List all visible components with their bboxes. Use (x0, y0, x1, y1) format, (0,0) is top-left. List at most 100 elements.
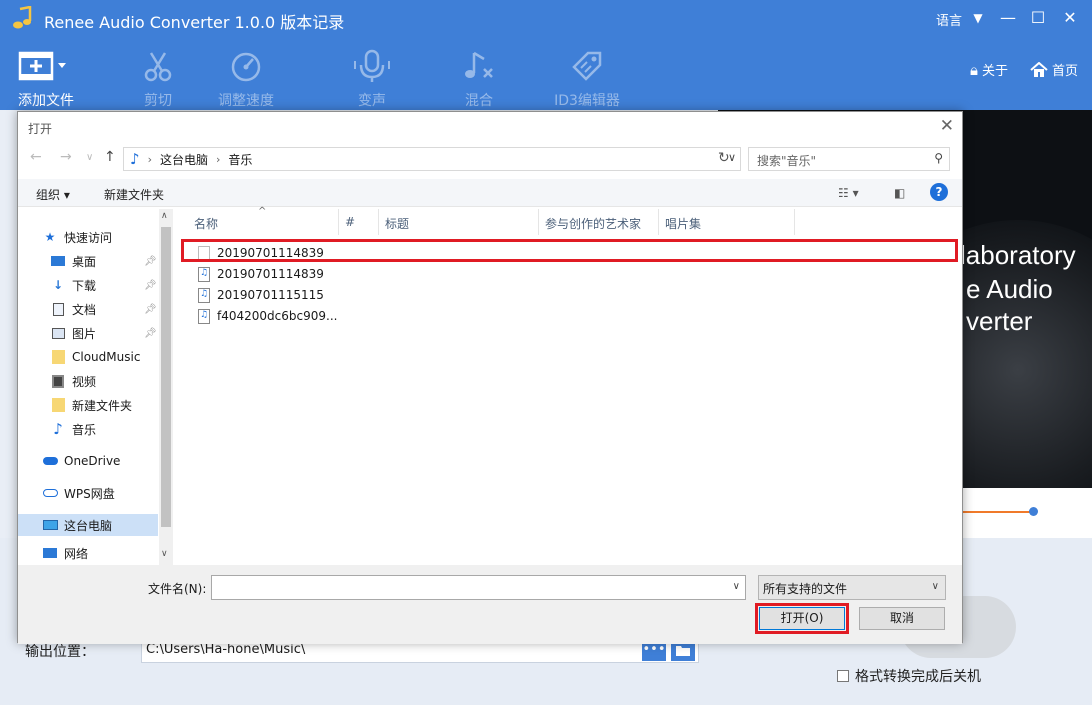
nav-this-pc[interactable]: 这台电脑 (18, 514, 158, 536)
lock-icon: 🔒︎ (970, 60, 978, 79)
slider-dot[interactable] (1029, 507, 1038, 516)
file-row[interactable]: 20190701114839 (198, 264, 324, 284)
breadcrumb-separator-icon: › (216, 152, 221, 166)
voice-change-label: 变声 (358, 93, 386, 109)
sort-ascending-icon: ^ (258, 206, 267, 217)
home-label: 首页 (1052, 64, 1079, 79)
dialog-close-icon[interactable]: ✕ (940, 116, 954, 136)
column-header-number[interactable]: # (339, 209, 379, 235)
file-type-select[interactable]: 所有支持的文件 ∨ (758, 575, 946, 600)
up-arrow-icon[interactable]: ↑ (104, 149, 116, 165)
close-window-icon[interactable]: ✕ (1058, 6, 1082, 30)
add-file-label: 添加文件 (18, 93, 74, 109)
shutdown-option[interactable]: 格式转换完成后关机 (837, 666, 981, 686)
app-title: Renee Audio Converter 1.0.0 版本记录 (44, 13, 345, 32)
star-icon: ★ (44, 230, 56, 244)
view-options-icon[interactable]: ☷ ▾ (838, 186, 859, 200)
nav-label: 视频 (72, 374, 97, 389)
forward-arrow-icon[interactable]: → (60, 149, 72, 165)
about-label: 关于 (981, 64, 1008, 79)
audio-file-icon (198, 266, 210, 282)
download-icon: ↓ (52, 278, 64, 292)
shutdown-label: 格式转换完成后关机 (855, 669, 981, 685)
app-toolbar: 添加文件 剪切 调整速度 变声 混合 ID3编辑器 🔒︎ 关于 首页 (0, 38, 1092, 110)
recent-locations-icon[interactable]: ∨ (86, 152, 93, 163)
column-header-title[interactable]: 标题 (379, 209, 539, 235)
nav-label: 快速访问 (64, 230, 113, 245)
nav-label: 音乐 (72, 422, 97, 437)
navigation-bar: ← → ∨ ↑ ♪ › 这台电脑 › 音乐 ∨ ↻ 搜索"音乐" ⚲ (18, 146, 962, 172)
nav-label: WPS网盘 (64, 486, 115, 501)
open-button-highlight-box (755, 603, 849, 634)
language-dropdown-icon[interactable]: ▼ (966, 6, 990, 30)
mix-button[interactable]: 混合 (439, 46, 519, 110)
id3-editor-button[interactable]: ID3编辑器 (547, 46, 627, 110)
folder-icon (50, 397, 66, 413)
scroll-down-icon[interactable]: ∨ (161, 549, 168, 559)
folder-icon (50, 349, 66, 365)
microphone-icon (354, 49, 390, 82)
column-header-artist[interactable]: 参与创作的艺术家 (539, 209, 659, 235)
scroll-up-icon[interactable]: ∧ (161, 211, 168, 221)
file-type-value: 所有支持的文件 (763, 582, 848, 596)
dialog-title: 打开 (28, 122, 53, 136)
file-row[interactable]: f404200dc6bc909... (198, 306, 337, 326)
scrollbar-thumb[interactable] (161, 227, 171, 527)
file-row[interactable]: 20190701115115 (198, 285, 324, 305)
output-location-label: 输出位置： (25, 644, 95, 660)
video-icon (50, 373, 66, 389)
computer-icon (42, 517, 58, 533)
cloud-icon (42, 453, 58, 469)
banner-line-1: laboratory (960, 240, 1076, 270)
home-link[interactable]: 首页 (1030, 60, 1078, 79)
language-menu[interactable]: 语言 (936, 10, 962, 29)
cut-label: 剪切 (144, 93, 172, 109)
file-name: f404200dc6bc909... (217, 309, 338, 323)
breadcrumb-music[interactable]: 音乐 (228, 151, 252, 168)
search-input[interactable]: 搜索"音乐" ⚲ (748, 147, 950, 171)
new-folder-button[interactable]: 新建文件夹 (104, 186, 164, 203)
pin-icon: 📌︎ (144, 327, 157, 339)
add-file-button[interactable]: 添加文件 (6, 46, 86, 110)
adjust-speed-button[interactable]: 调整速度 (206, 46, 286, 110)
breadcrumb-this-pc[interactable]: 这台电脑 (160, 151, 208, 168)
speed-gauge-icon (231, 52, 261, 82)
about-link[interactable]: 🔒︎ 关于 (970, 60, 1008, 80)
column-header-album[interactable]: 唱片集 (659, 209, 795, 235)
help-icon[interactable]: ? (930, 183, 948, 201)
column-header-name[interactable]: ^ 名称 (178, 206, 339, 235)
address-bar[interactable]: ♪ › 这台电脑 › 音乐 ∨ (123, 147, 741, 171)
filename-dropdown-icon[interactable]: ∨ (733, 581, 740, 592)
shutdown-checkbox[interactable] (837, 670, 849, 682)
nav-scrollbar[interactable]: ∧ ∨ (159, 209, 173, 565)
add-file-icon (18, 51, 66, 81)
column-label: 名称 (194, 217, 219, 231)
file-highlight-box (181, 239, 958, 262)
folder-icon (676, 646, 690, 656)
cancel-button[interactable]: 取消 (859, 607, 945, 630)
voice-change-button[interactable]: 变声 (332, 46, 412, 110)
cloud-outline-icon (42, 485, 58, 501)
slider-track (958, 511, 1030, 513)
maximize-icon[interactable]: ☐ (1026, 6, 1050, 30)
cut-button[interactable]: 剪切 (118, 46, 198, 110)
pin-icon: 📌︎ (144, 303, 157, 315)
nav-label: 下载 (72, 278, 97, 293)
desktop-icon (50, 253, 66, 269)
preview-pane-icon[interactable]: ◧ (894, 186, 905, 200)
nav-label: 文档 (72, 302, 97, 317)
audio-file-icon (198, 308, 210, 324)
minimize-icon[interactable]: — (996, 6, 1020, 30)
filename-input[interactable]: ∨ (211, 575, 746, 600)
refresh-icon[interactable]: ↻ (718, 150, 730, 166)
back-arrow-icon[interactable]: ← (30, 149, 42, 165)
tag-icon (572, 51, 602, 81)
adjust-speed-label: 调整速度 (218, 93, 274, 109)
file-name: 20190701114839 (217, 267, 324, 281)
picture-icon (50, 325, 66, 341)
scissors-icon (144, 52, 172, 82)
nav-label: 图片 (72, 326, 97, 341)
organize-menu[interactable]: 组织 ▾ (36, 186, 70, 203)
banner-line-3: verter (966, 306, 1033, 336)
breadcrumb-separator-icon: › (147, 152, 152, 166)
